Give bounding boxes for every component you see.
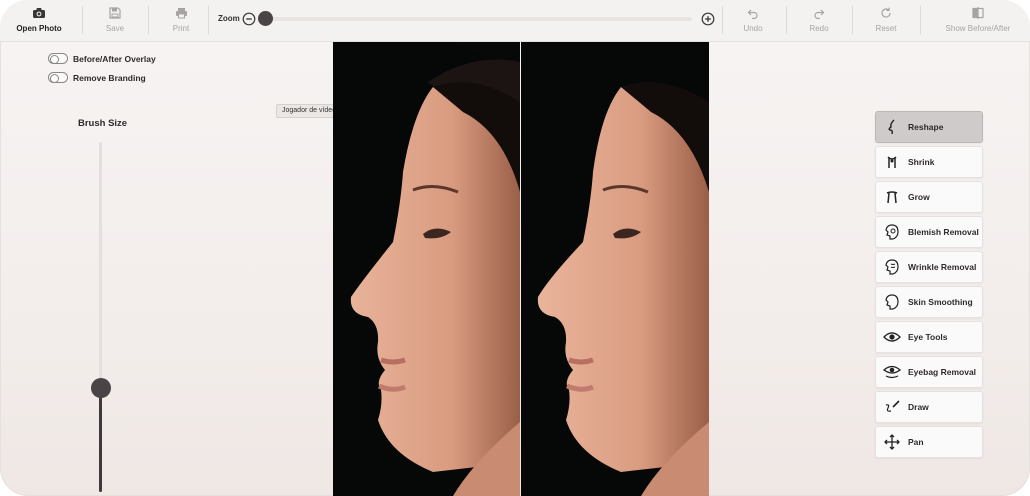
reshape-icon bbox=[876, 119, 908, 135]
camera-icon bbox=[32, 4, 46, 22]
tool-label: Draw bbox=[908, 402, 929, 412]
toggle-switch[interactable] bbox=[48, 72, 68, 83]
pan-icon bbox=[876, 434, 908, 450]
zoom-in-button[interactable] bbox=[701, 12, 715, 26]
profile-portrait-after bbox=[521, 42, 709, 496]
toolbar-divider bbox=[82, 6, 83, 34]
before-after-overlay-toggle[interactable]: Before/After Overlay bbox=[48, 53, 156, 64]
toolbar-divider bbox=[722, 6, 723, 34]
tool-draw[interactable]: Draw bbox=[875, 391, 983, 423]
tool-label: Skin Smoothing bbox=[908, 297, 973, 307]
printer-icon bbox=[175, 4, 188, 22]
undo-icon bbox=[747, 4, 759, 22]
show-before-after-button[interactable]: Show Before/After bbox=[938, 4, 1018, 38]
tool-label: Reshape bbox=[908, 122, 944, 132]
tool-blemish-removal[interactable]: Blemish Removal bbox=[875, 216, 983, 248]
shrink-icon bbox=[876, 155, 908, 169]
tool-eyebag-removal[interactable]: Eyebag Removal bbox=[875, 356, 983, 388]
top-toolbar: Open Photo Save Print Zoom Undo Redo Res… bbox=[0, 0, 1030, 42]
after-photo[interactable] bbox=[521, 42, 709, 496]
toggle-switch[interactable] bbox=[48, 53, 68, 64]
tool-shrink[interactable]: Shrink bbox=[875, 146, 983, 178]
skin-smoothing-icon bbox=[876, 294, 908, 310]
zoom-slider-track[interactable] bbox=[266, 17, 692, 21]
tool-eye-tools[interactable]: Eye Tools bbox=[875, 321, 983, 353]
floppy-disk-icon bbox=[109, 4, 121, 22]
redo-button[interactable]: Redo bbox=[804, 4, 834, 38]
save-label: Save bbox=[105, 24, 125, 33]
video-player-tooltip: Jogador de vídeo bbox=[276, 104, 334, 118]
grow-icon bbox=[876, 190, 908, 204]
compare-icon bbox=[972, 4, 984, 22]
brush-size-track-filled[interactable] bbox=[99, 388, 102, 492]
tool-label: Shrink bbox=[908, 157, 935, 167]
zoom-out-button[interactable] bbox=[242, 12, 256, 26]
tool-wrinkle-removal[interactable]: Wrinkle Removal bbox=[875, 251, 983, 283]
tool-grow[interactable]: Grow bbox=[875, 181, 983, 213]
tool-label: Pan bbox=[908, 437, 924, 447]
open-photo-button[interactable]: Open Photo bbox=[14, 4, 64, 38]
tool-label: Blemish Removal bbox=[908, 227, 979, 237]
reset-button[interactable]: Reset bbox=[870, 4, 902, 38]
tool-label: Grow bbox=[908, 192, 930, 202]
before-photo[interactable] bbox=[333, 42, 520, 496]
redo-icon bbox=[813, 4, 825, 22]
minus-circle-icon bbox=[242, 12, 256, 26]
show-before-after-label: Show Before/After bbox=[945, 24, 1011, 33]
wrinkle-icon bbox=[876, 259, 908, 275]
plus-circle-icon bbox=[701, 12, 715, 26]
profile-portrait-before bbox=[333, 42, 520, 496]
redo-label: Redo bbox=[809, 24, 829, 33]
undo-label: Undo bbox=[743, 24, 763, 33]
zoom-label: Zoom bbox=[218, 14, 240, 23]
brush-size-thumb[interactable] bbox=[91, 378, 111, 398]
tool-reshape[interactable]: Reshape bbox=[875, 111, 983, 143]
brush-size-track[interactable] bbox=[99, 142, 102, 388]
refresh-icon bbox=[880, 4, 892, 22]
tool-label: Eye Tools bbox=[908, 332, 948, 342]
overlay-toggle-label: Before/After Overlay bbox=[73, 53, 156, 64]
undo-button[interactable]: Undo bbox=[738, 4, 768, 38]
toolbar-divider bbox=[786, 6, 787, 34]
tool-skin-smoothing[interactable]: Skin Smoothing bbox=[875, 286, 983, 318]
print-label: Print bbox=[172, 24, 190, 33]
eye-icon bbox=[876, 331, 908, 343]
reset-label: Reset bbox=[875, 24, 897, 33]
zoom-slider-thumb[interactable] bbox=[258, 11, 273, 26]
toolbar-divider bbox=[148, 6, 149, 34]
blemish-icon bbox=[876, 224, 908, 240]
toolbar-divider bbox=[208, 6, 209, 34]
print-button[interactable]: Print bbox=[166, 4, 196, 38]
app-window: Open Photo Save Print Zoom Undo Redo Res… bbox=[0, 0, 1030, 496]
toolbar-divider bbox=[920, 6, 921, 34]
branding-toggle-label: Remove Branding bbox=[73, 72, 146, 83]
eyebag-icon bbox=[876, 365, 908, 379]
save-button[interactable]: Save bbox=[100, 4, 130, 38]
draw-icon bbox=[876, 400, 908, 414]
remove-branding-toggle[interactable]: Remove Branding bbox=[48, 72, 146, 83]
toolbar-divider bbox=[852, 6, 853, 34]
brush-size-title: Brush Size bbox=[78, 118, 128, 129]
tool-label: Wrinkle Removal bbox=[908, 262, 977, 272]
open-photo-label: Open Photo bbox=[16, 24, 62, 33]
tool-label: Eyebag Removal bbox=[908, 367, 977, 377]
tool-pan[interactable]: Pan bbox=[875, 426, 983, 458]
